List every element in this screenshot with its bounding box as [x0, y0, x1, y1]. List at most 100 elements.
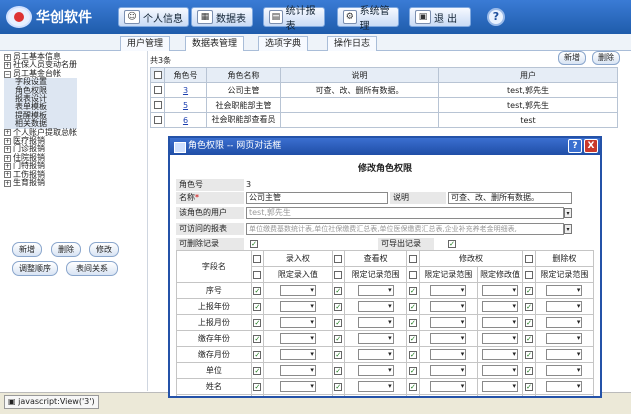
- edit-checkbox[interactable]: [408, 366, 417, 375]
- enter-checkbox[interactable]: [253, 382, 262, 391]
- enter-checkbox[interactable]: [253, 286, 262, 295]
- del-checkbox[interactable]: [525, 318, 534, 327]
- view-range-select[interactable]: [357, 301, 394, 312]
- edit-range-select[interactable]: [430, 285, 467, 296]
- edit-value-select[interactable]: [482, 381, 519, 392]
- select-all-checkbox[interactable]: [150, 67, 165, 83]
- tab-option-dictionary[interactable]: 选项字典: [258, 36, 309, 51]
- edit-checkbox[interactable]: [408, 382, 417, 391]
- nav-reports[interactable]: ▤ 统计报表: [263, 6, 325, 32]
- edit-value-select[interactable]: [482, 333, 519, 344]
- table-relations-button[interactable]: 表间关系: [66, 261, 118, 276]
- table-row[interactable]: 3 公司主管 可查、改、删所有数据。 test,郭先生: [150, 82, 618, 98]
- del-checkbox[interactable]: [525, 334, 534, 343]
- expand-icon[interactable]: +: [4, 53, 11, 61]
- enter-checkbox[interactable]: [253, 318, 262, 327]
- role-users-select[interactable]: test,郭先生: [246, 206, 564, 219]
- view-range-select[interactable]: [358, 397, 394, 398]
- enter-range-select[interactable]: [279, 301, 316, 312]
- enter-checkbox[interactable]: [253, 350, 262, 359]
- role-id-link[interactable]: 3: [164, 82, 207, 98]
- row-checkbox[interactable]: [150, 97, 165, 113]
- del-range-select[interactable]: [546, 301, 583, 312]
- help-icon[interactable]: ?: [487, 8, 505, 26]
- del-checkbox[interactable]: [525, 302, 534, 311]
- view-all-checkbox[interactable]: [334, 254, 343, 263]
- edit-value-select[interactable]: [482, 285, 519, 296]
- edit-range-select[interactable]: [430, 301, 467, 312]
- chevron-down-icon[interactable]: ▾: [564, 223, 572, 234]
- nav-data-tables[interactable]: ▦ 数据表: [191, 7, 253, 27]
- view-checkbox[interactable]: [334, 366, 343, 375]
- del-range-select[interactable]: [546, 349, 583, 360]
- role-add-button[interactable]: 新增: [558, 51, 586, 65]
- del-checkbox[interactable]: [525, 350, 534, 359]
- row-checkbox[interactable]: [150, 112, 165, 128]
- view-range-select[interactable]: [357, 349, 394, 360]
- del-range-select[interactable]: [546, 397, 582, 398]
- edit-range-select[interactable]: [430, 381, 467, 392]
- del-range-select[interactable]: [546, 285, 583, 296]
- enter-range-select[interactable]: [279, 381, 316, 392]
- expand-icon[interactable]: +: [4, 146, 11, 154]
- edit-value-select[interactable]: [482, 397, 518, 398]
- expand-icon[interactable]: +: [4, 179, 11, 187]
- del-range-select[interactable]: [546, 333, 583, 344]
- expand-icon[interactable]: +: [4, 137, 11, 145]
- role-name-input[interactable]: 公司主管: [246, 191, 388, 204]
- expand-icon[interactable]: +: [4, 154, 11, 162]
- del-checkbox[interactable]: [525, 382, 534, 391]
- reorder-button[interactable]: 调整顺序: [12, 261, 58, 276]
- role-id-link[interactable]: 5: [164, 97, 207, 113]
- sidebar-edit-button[interactable]: 修改: [89, 242, 119, 257]
- edit-all-checkbox[interactable]: [408, 254, 417, 263]
- expand-icon[interactable]: +: [4, 62, 11, 70]
- row-checkbox[interactable]: [150, 82, 165, 98]
- view-checkbox[interactable]: [334, 302, 343, 311]
- exportable-checkbox[interactable]: [448, 239, 456, 248]
- del-all-checkbox[interactable]: [525, 254, 534, 263]
- edit-checkbox[interactable]: [408, 302, 417, 311]
- tab-table-management[interactable]: 数据表管理: [185, 36, 245, 51]
- dialog-help-button[interactable]: ?: [568, 139, 582, 153]
- role-id-link[interactable]: 6: [164, 112, 207, 128]
- dialog-close-button[interactable]: X: [584, 139, 598, 153]
- edit-range-select[interactable]: [430, 365, 467, 376]
- accessible-reports-select[interactable]: 单位缴费基数统计表,单位社保缴费汇总表,单位医保缴费汇总表,企业补充养老金明细表…: [246, 222, 564, 235]
- view-checkbox[interactable]: [334, 350, 343, 359]
- del-checkbox[interactable]: [525, 366, 534, 375]
- collapse-icon[interactable]: −: [4, 70, 11, 78]
- view-range-select[interactable]: [357, 317, 394, 328]
- enter-range-select[interactable]: [280, 397, 316, 398]
- edit-checkbox[interactable]: [408, 318, 417, 327]
- enter-range-select[interactable]: [279, 285, 316, 296]
- del-checkbox[interactable]: [525, 286, 534, 295]
- tab-user-management[interactable]: 用户管理: [120, 36, 171, 51]
- edit-checkbox[interactable]: [408, 350, 417, 359]
- edit-value-select[interactable]: [482, 301, 519, 312]
- del-range-select[interactable]: [546, 317, 583, 328]
- sidebar-item[interactable]: + 生育报销: [4, 178, 77, 187]
- enter-range-select[interactable]: [279, 317, 316, 328]
- view-checkbox[interactable]: [334, 286, 343, 295]
- sidebar-delete-button[interactable]: 删除: [51, 242, 81, 257]
- view-range-select[interactable]: [357, 285, 394, 296]
- nav-exit[interactable]: ▣ 退 出: [409, 7, 471, 27]
- role-desc-input[interactable]: 可查、改、删所有数据。: [448, 191, 572, 204]
- edit-checkbox[interactable]: [408, 334, 417, 343]
- enter-range-select[interactable]: [279, 349, 316, 360]
- edit-value-select[interactable]: [482, 349, 519, 360]
- enter-range-select[interactable]: [279, 365, 316, 376]
- expand-icon[interactable]: +: [4, 171, 11, 179]
- deletable-checkbox[interactable]: [250, 239, 258, 248]
- edit-checkbox[interactable]: [408, 286, 417, 295]
- enter-checkbox[interactable]: [253, 334, 262, 343]
- expand-icon[interactable]: +: [4, 129, 11, 137]
- view-range-select[interactable]: [357, 381, 394, 392]
- nav-system-admin[interactable]: ⚙ 系统管理: [337, 6, 399, 32]
- view-checkbox[interactable]: [334, 382, 343, 391]
- table-row[interactable]: 6 社会职能部查看员 test: [150, 112, 618, 128]
- enter-checkbox[interactable]: [253, 302, 262, 311]
- edit-range-select[interactable]: [430, 349, 467, 360]
- enter-checkbox[interactable]: [253, 366, 262, 375]
